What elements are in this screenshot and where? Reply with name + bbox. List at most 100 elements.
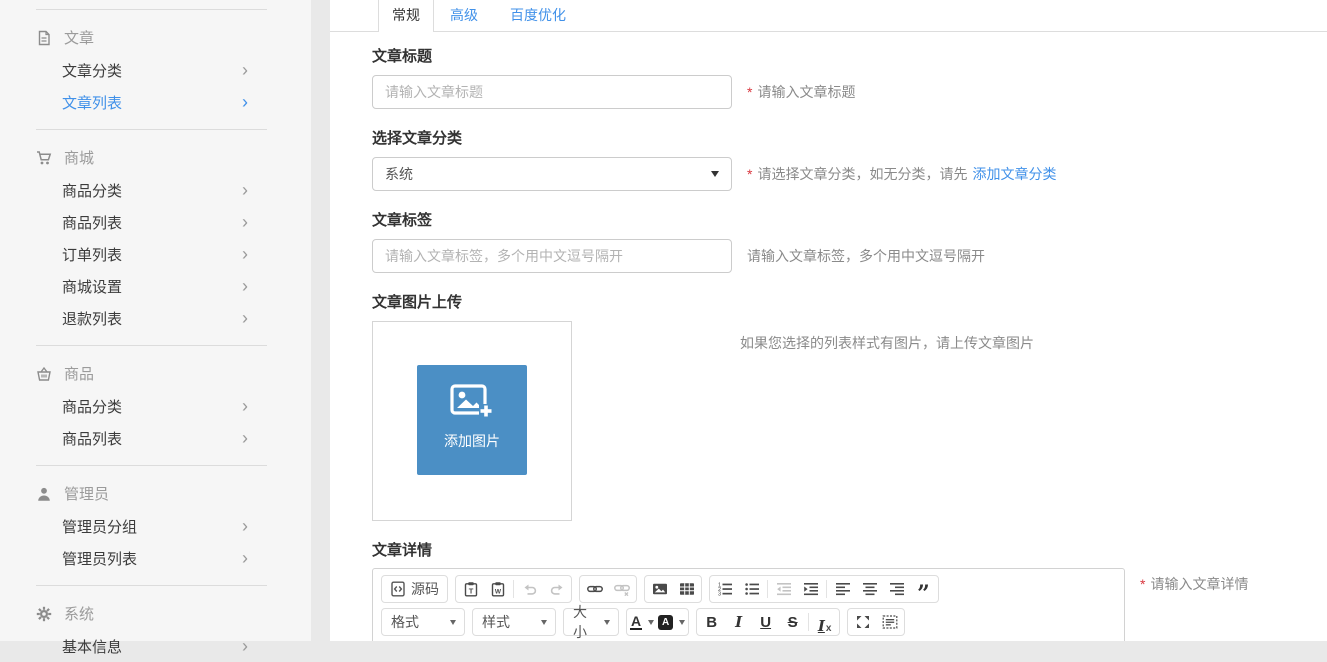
- maximize-button[interactable]: [849, 610, 876, 634]
- article-tags-input[interactable]: [372, 239, 732, 273]
- article-title-hint: * 请输入文章标题: [747, 82, 855, 102]
- sidebar-item-article-list[interactable]: 文章列表 ›: [0, 86, 311, 118]
- article-image-label: 文章图片上传: [372, 294, 1327, 312]
- required-asterisk: *: [747, 84, 752, 100]
- sidebar-header-admin[interactable]: 管理员: [0, 477, 311, 510]
- toolbar-group-links: [579, 575, 637, 603]
- sidebar-header-label: 商城: [64, 147, 94, 168]
- chevron-right-icon: ›: [242, 213, 248, 231]
- required-asterisk: *: [747, 166, 752, 182]
- insert-table-button[interactable]: [673, 577, 700, 601]
- table-icon: [679, 581, 695, 597]
- source-button[interactable]: 源码: [383, 577, 446, 601]
- shopping-basket-icon: [36, 366, 52, 382]
- sidebar-header-label: 管理员: [64, 483, 109, 504]
- sidebar-header-system[interactable]: 系统: [0, 597, 311, 630]
- toolbar-group-tools: [847, 608, 905, 636]
- styles-combo[interactable]: 样式: [472, 608, 556, 636]
- insert-image-button[interactable]: [646, 577, 673, 601]
- align-right-button[interactable]: [883, 577, 910, 601]
- article-detail-hint: * 请输入文章详情: [1140, 574, 1248, 594]
- sidebar-header-mall[interactable]: 商城: [0, 141, 311, 174]
- italic-button[interactable]: I: [725, 610, 752, 634]
- align-left-button[interactable]: [829, 577, 856, 601]
- image-upload-dropzone[interactable]: 添加图片: [372, 321, 572, 521]
- sidebar-item-label: 文章分类: [62, 60, 122, 81]
- strikethrough-button[interactable]: S: [779, 610, 806, 634]
- source-code-icon: [390, 581, 406, 597]
- show-blocks-button[interactable]: [876, 610, 903, 634]
- sidebar-header-article[interactable]: 文章: [0, 21, 311, 54]
- blockquote-button[interactable]: ”: [910, 577, 937, 601]
- sidebar-header-label: 商品: [64, 363, 94, 384]
- chevron-right-icon: ›: [242, 181, 248, 199]
- sidebar-item-order-list[interactable]: 订单列表 ›: [0, 238, 311, 270]
- sidebar-section-system: 系统 基本信息 ›: [0, 597, 311, 662]
- unlink-button[interactable]: [608, 577, 635, 601]
- numbered-list-button[interactable]: [711, 577, 738, 601]
- chevron-right-icon: ›: [242, 93, 248, 111]
- main-panel: 常规 高级 百度优化 文章标题 * 请输入文章标题 选择文章分类 系统: [330, 0, 1327, 641]
- tab-baidu-seo[interactable]: 百度优化: [494, 0, 582, 31]
- undo-button[interactable]: [516, 577, 543, 601]
- bold-button[interactable]: B: [698, 610, 725, 634]
- tab-general[interactable]: 常规: [378, 0, 434, 32]
- toolbar-separator: [808, 613, 809, 631]
- format-combo[interactable]: 格式: [381, 608, 465, 636]
- sidebar-item-admin-list[interactable]: 管理员列表 ›: [0, 542, 311, 574]
- text-color-button[interactable]: A: [628, 610, 656, 634]
- link-button[interactable]: [581, 577, 608, 601]
- shopping-cart-icon: [36, 150, 52, 166]
- sidebar-item-mall-settings[interactable]: 商城设置 ›: [0, 270, 311, 302]
- background-color-button[interactable]: A: [656, 610, 687, 634]
- add-image-button[interactable]: 添加图片: [417, 365, 527, 475]
- caret-down-icon: [604, 620, 610, 625]
- tab-advanced[interactable]: 高级: [434, 0, 494, 31]
- underline-icon: U: [760, 615, 771, 630]
- bulleted-list-button[interactable]: [738, 577, 765, 601]
- sidebar-item-refund-list[interactable]: 退款列表 ›: [0, 302, 311, 334]
- toolbar-separator: [767, 580, 768, 598]
- divider: [36, 465, 267, 466]
- sidebar-section-product: 商品 商品分类 › 商品列表 ›: [0, 357, 311, 454]
- indent-button[interactable]: [797, 577, 824, 601]
- caret-down-icon: [679, 620, 685, 625]
- sidebar-item-label: 商品列表: [62, 428, 122, 449]
- sidebar-item-goods-list[interactable]: 商品列表 ›: [0, 206, 311, 238]
- sidebar-item-goods-category[interactable]: 商品分类 ›: [0, 174, 311, 206]
- article-detail-label: 文章详情: [372, 542, 1327, 560]
- field-article-image: 文章图片上传 添加图片 如果您选择的列表样式有图片，请上传文章图片: [372, 294, 1327, 521]
- bold-icon: B: [706, 615, 717, 630]
- sidebar-item-basic-info[interactable]: 基本信息 ›: [0, 630, 311, 662]
- remove-format-button[interactable]: I x: [811, 610, 838, 634]
- article-title-input[interactable]: [372, 75, 732, 109]
- sidebar-header-product[interactable]: 商品: [0, 357, 311, 390]
- sidebar-item-article-category[interactable]: 文章分类 ›: [0, 54, 311, 86]
- chevron-right-icon: ›: [242, 549, 248, 567]
- italic-icon: I: [735, 615, 742, 630]
- sidebar-item-admin-group[interactable]: 管理员分组 ›: [0, 510, 311, 542]
- underline-button[interactable]: U: [752, 610, 779, 634]
- add-category-link[interactable]: 添加文章分类: [972, 164, 1056, 184]
- paste-text-icon: [463, 581, 479, 597]
- paste-text-button[interactable]: [457, 577, 484, 601]
- outdent-button[interactable]: [770, 577, 797, 601]
- align-center-icon: [862, 581, 878, 597]
- sidebar-item-product-category[interactable]: 商品分类 ›: [0, 390, 311, 422]
- size-combo[interactable]: 大小: [563, 608, 619, 636]
- article-category-select[interactable]: 系统: [372, 157, 732, 191]
- paste-word-button[interactable]: [484, 577, 511, 601]
- sidebar-item-label: 商品分类: [62, 180, 122, 201]
- toolbar-group-basicstyles: B I U S I x: [696, 608, 840, 636]
- article-tags-label: 文章标签: [372, 212, 1327, 230]
- unlink-icon: [614, 581, 630, 597]
- sidebar-item-product-list[interactable]: 商品列表 ›: [0, 422, 311, 454]
- chevron-right-icon: ›: [242, 277, 248, 295]
- redo-button[interactable]: [543, 577, 570, 601]
- align-center-button[interactable]: [856, 577, 883, 601]
- article-title-label: 文章标题: [372, 48, 1327, 66]
- sidebar-header-label: 文章: [64, 27, 94, 48]
- link-icon: [587, 581, 603, 597]
- sidebar-item-label: 商品分类: [62, 396, 122, 417]
- toolbar-row-1: 源码: [381, 575, 1116, 603]
